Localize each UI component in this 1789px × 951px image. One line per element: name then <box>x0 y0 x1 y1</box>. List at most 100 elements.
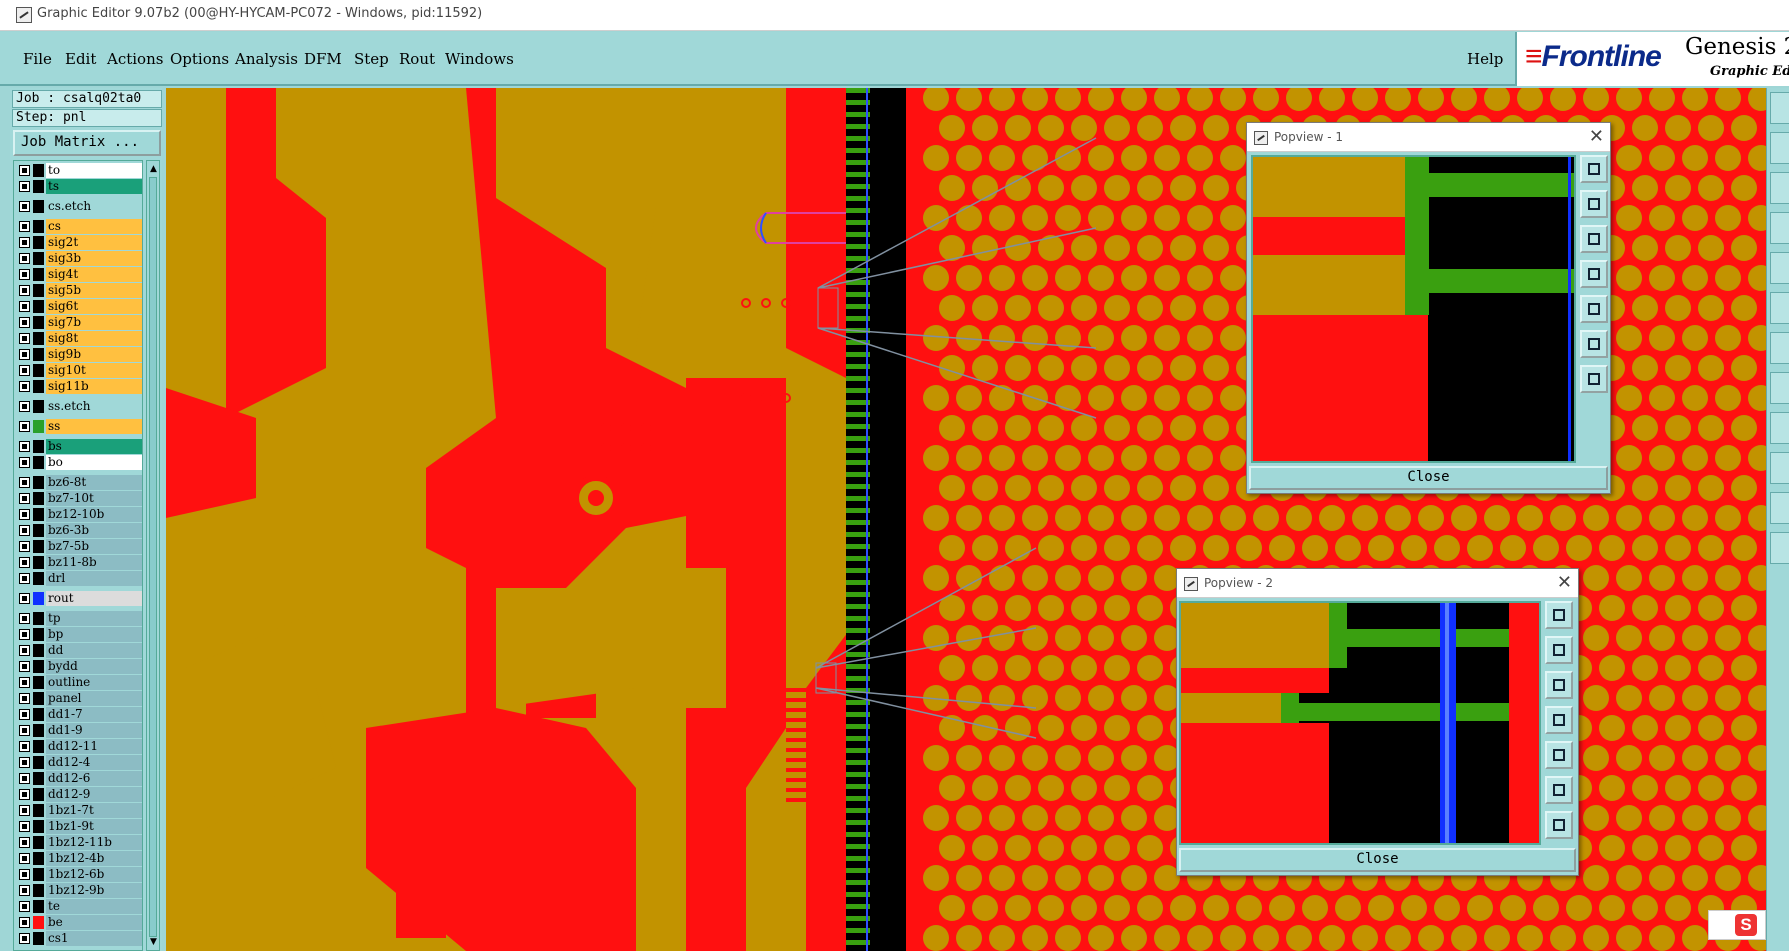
layer-checkbox[interactable] <box>19 477 30 488</box>
layer-color-swatch[interactable] <box>33 268 44 281</box>
layer-row-sig5b[interactable]: sig5b <box>14 283 142 298</box>
layer-color-swatch[interactable] <box>33 508 44 521</box>
pan-left-button[interactable] <box>1545 706 1573 734</box>
layer-checkbox[interactable] <box>19 741 30 752</box>
zoom-out-button[interactable] <box>1580 365 1608 393</box>
layer-checkbox[interactable] <box>19 593 30 604</box>
layer-label[interactable]: tp <box>46 611 142 626</box>
side-tool-button[interactable] <box>1770 92 1789 124</box>
layer-color-swatch[interactable] <box>33 572 44 585</box>
layer-checkbox[interactable] <box>19 457 30 468</box>
scroll-up-icon[interactable]: ▲ <box>148 163 159 175</box>
side-tool-button[interactable] <box>1770 172 1789 204</box>
layer-checkbox[interactable] <box>19 165 30 176</box>
side-tool-button[interactable] <box>1770 212 1789 244</box>
layer-row-dd12-11[interactable]: dd12-11 <box>14 739 142 754</box>
layer-label[interactable]: bz6-3b <box>46 523 142 538</box>
layer-label[interactable]: dd12-11 <box>46 739 142 754</box>
layer-row-1bz12-4b[interactable]: 1bz12-4b <box>14 851 142 866</box>
pan-down-button[interactable] <box>1545 671 1573 699</box>
side-tool-button[interactable] <box>1770 252 1789 284</box>
menu-edit[interactable]: Edit <box>65 50 96 68</box>
menu-actions[interactable]: Actions <box>107 50 163 68</box>
layer-checkbox[interactable] <box>19 725 30 736</box>
layer-label[interactable]: cs.etch <box>46 199 142 214</box>
layer-label[interactable]: ss <box>46 419 142 434</box>
layer-row-ss[interactable]: ss <box>14 419 142 434</box>
close-icon[interactable]: ✕ <box>1557 572 1572 593</box>
layer-row-bz7-10t[interactable]: bz7-10t <box>14 491 142 506</box>
layer-label[interactable]: bz7-5b <box>46 539 142 554</box>
zoom-in-button[interactable] <box>1580 330 1608 358</box>
layer-label[interactable]: dd12-4 <box>46 755 142 770</box>
layer-color-swatch[interactable] <box>33 440 44 453</box>
layer-color-swatch[interactable] <box>33 380 44 393</box>
layer-color-swatch[interactable] <box>33 676 44 689</box>
layer-color-swatch[interactable] <box>33 708 44 721</box>
layer-color-swatch[interactable] <box>33 884 44 897</box>
layer-checkbox[interactable] <box>19 869 30 880</box>
layer-color-swatch[interactable] <box>33 868 44 881</box>
scroll-down-icon[interactable]: ▼ <box>148 936 159 948</box>
layer-checkbox[interactable] <box>19 677 30 688</box>
layer-row-cs[interactable]: cs <box>14 219 142 234</box>
pan-up-button[interactable] <box>1545 636 1573 664</box>
menu-file[interactable]: File <box>23 50 52 68</box>
layer-label[interactable]: outline <box>46 675 142 690</box>
layer-checkbox[interactable] <box>19 709 30 720</box>
menu-analysis[interactable]: Analysis <box>235 50 298 68</box>
layer-row-bz12-10b[interactable]: bz12-10b <box>14 507 142 522</box>
layer-color-swatch[interactable] <box>33 300 44 313</box>
layer-row-bz6-8t[interactable]: bz6-8t <box>14 475 142 490</box>
layer-color-swatch[interactable] <box>33 476 44 489</box>
layer-row-1bz12-6b[interactable]: 1bz12-6b <box>14 867 142 882</box>
layer-label[interactable]: 1bz1-9t <box>46 819 142 834</box>
layer-color-swatch[interactable] <box>33 492 44 505</box>
layer-row-dd[interactable]: dd <box>14 643 142 658</box>
side-tool-button[interactable] <box>1770 452 1789 484</box>
layer-checkbox[interactable] <box>19 509 30 520</box>
layer-label[interactable]: bydd <box>46 659 142 674</box>
layer-color-swatch[interactable] <box>33 252 44 265</box>
layer-color-swatch[interactable] <box>33 932 44 945</box>
zoom-tool-button[interactable] <box>1545 601 1573 629</box>
layer-color-swatch[interactable] <box>33 900 44 913</box>
layer-label[interactable]: bs <box>46 439 142 454</box>
layer-row-drl[interactable]: drl <box>14 571 142 586</box>
layer-row-be[interactable]: be <box>14 915 142 930</box>
layer-row-bz7-5b[interactable]: bz7-5b <box>14 539 142 554</box>
layer-label[interactable]: dd1-9 <box>46 723 142 738</box>
layer-color-swatch[interactable] <box>33 236 44 249</box>
layer-label[interactable]: drl <box>46 571 142 586</box>
layer-checkbox[interactable] <box>19 757 30 768</box>
layer-label[interactable]: sig10t <box>46 363 142 378</box>
layer-checkbox[interactable] <box>19 493 30 504</box>
layer-color-swatch[interactable] <box>33 456 44 469</box>
layer-color-swatch[interactable] <box>33 164 44 177</box>
layer-label[interactable]: bz7-10t <box>46 491 142 506</box>
layer-checkbox[interactable] <box>19 917 30 928</box>
layer-label[interactable]: ts <box>46 179 142 194</box>
layer-label[interactable]: bp <box>46 627 142 642</box>
layer-row-sig11b[interactable]: sig11b <box>14 379 142 394</box>
layer-row-bydd[interactable]: bydd <box>14 659 142 674</box>
layer-checkbox[interactable] <box>19 629 30 640</box>
layer-checkbox[interactable] <box>19 181 30 192</box>
layer-checkbox[interactable] <box>19 661 30 672</box>
popview-2-view[interactable] <box>1179 601 1541 845</box>
layer-row-sig8t[interactable]: sig8t <box>14 331 142 346</box>
layer-checkbox[interactable] <box>19 421 30 432</box>
layer-color-swatch[interactable] <box>33 820 44 833</box>
layer-checkbox[interactable] <box>19 365 30 376</box>
layer-checkbox[interactable] <box>19 901 30 912</box>
layer-color-swatch[interactable] <box>33 284 44 297</box>
layer-color-swatch[interactable] <box>33 400 44 413</box>
layer-checkbox[interactable] <box>19 269 30 280</box>
layer-label[interactable]: sig8t <box>46 331 142 346</box>
layer-label[interactable]: sig2t <box>46 235 142 250</box>
popview-1-close-button[interactable]: Close <box>1249 466 1608 490</box>
layer-color-swatch[interactable] <box>33 836 44 849</box>
layer-color-swatch[interactable] <box>33 724 44 737</box>
pan-right-button[interactable] <box>1580 295 1608 323</box>
layer-row-cs1[interactable]: cs1 <box>14 931 142 946</box>
